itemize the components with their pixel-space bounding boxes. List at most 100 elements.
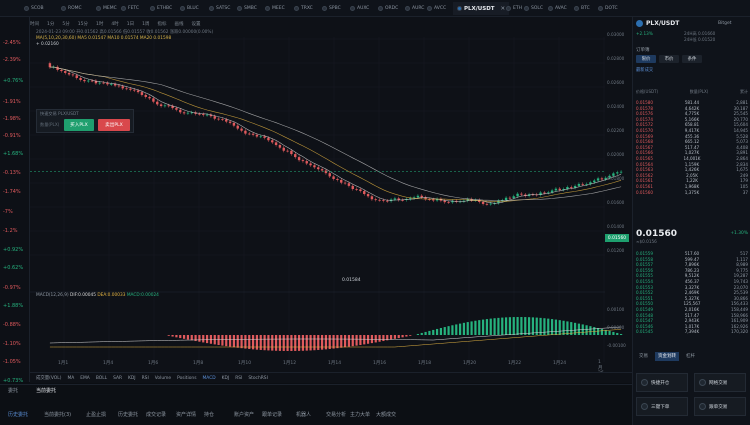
watchlist-change[interactable]: -1.98% (3, 116, 21, 122)
toolbar-item[interactable]: 5分 (62, 21, 69, 27)
market-tab[interactable]: SCOB (24, 3, 44, 14)
trade-mode-tab[interactable]: 交易 (636, 352, 651, 361)
indicator-toggle[interactable]: EMA (80, 376, 90, 381)
watchlist-change[interactable]: -1.91% (3, 99, 21, 105)
toolbar-item[interactable]: 画线 (174, 21, 183, 27)
market-tab[interactable]: MEEC (265, 3, 285, 14)
candle (386, 200, 389, 202)
market-tab[interactable]: MEMC (96, 3, 117, 14)
watchlist-change[interactable]: -1.05% (3, 359, 21, 365)
sell-button[interactable]: 卖出PLX (98, 119, 130, 131)
market-button[interactable]: 市价 (659, 55, 679, 63)
orders-subtab[interactable]: 历史委托 (8, 411, 28, 418)
market-tab[interactable]: FETC (121, 3, 139, 14)
watchlist-change[interactable]: -2.45% (3, 40, 21, 46)
indicator-toggle[interactable]: KDJ (128, 376, 136, 381)
toolbar-item[interactable]: 15分 (78, 21, 88, 27)
indicator-toggle[interactable]: KDJ (222, 376, 230, 381)
indicator-toggle[interactable]: BOLL (96, 376, 107, 381)
toolbar-item[interactable]: 1分 (47, 21, 54, 27)
market-tab[interactable]: DOTC (598, 3, 618, 14)
toolbar-item[interactable]: 1周 (142, 21, 149, 27)
watchlist-change[interactable]: -0.97% (3, 285, 21, 291)
limit-button[interactable]: 限价 (636, 55, 656, 63)
indicator-toggle[interactable]: RSI (235, 376, 242, 381)
orders-subtab[interactable]: 机器人 (296, 411, 311, 418)
candle (543, 192, 546, 194)
watchlist-change[interactable]: +0.62% (3, 265, 23, 271)
market-tab[interactable]: AUXC (350, 3, 369, 14)
watchlist-change[interactable]: -1.74% (3, 189, 21, 195)
watchlist-change[interactable]: +1.88% (3, 303, 23, 309)
orders-subtab[interactable]: 交易分析 (326, 411, 346, 418)
market-tab[interactable]: TRXC (294, 3, 313, 14)
recent-trades-link[interactable]: 最新成交 (636, 67, 653, 73)
watchlist-change[interactable]: -7% (3, 209, 13, 215)
market-tab[interactable]: SATSC (209, 3, 230, 14)
watchlist-change[interactable]: -1.10% (3, 341, 21, 347)
watchlist-change[interactable]: +0.76% (3, 78, 23, 84)
market-tab[interactable]: ORDC (378, 3, 398, 14)
quick-action-button[interactable]: 网格交易 (694, 373, 746, 392)
orders-subtab[interactable]: 当前委托(3) (44, 411, 71, 418)
orders-subtab[interactable]: 主力大单 (350, 411, 370, 418)
kline-chart-area[interactable]: 0.01584 (30, 17, 632, 382)
trade-mode-tab[interactable]: 杠杆 (683, 352, 698, 361)
orderbook-row[interactable]: 0.01560 1,375K 37 (636, 190, 748, 196)
market-tab[interactable]: ETHBC (150, 3, 172, 14)
tab-orders[interactable]: 委托 (8, 387, 18, 394)
watchlist-change[interactable]: -2.39% (3, 57, 21, 63)
market-tab[interactable]: BTC (574, 3, 590, 14)
trade-mode-tab[interactable]: 资金划转 (655, 352, 679, 361)
toolbar-item[interactable]: 设置 (191, 21, 200, 27)
toolbar-item[interactable]: 1日 (127, 21, 134, 27)
indicator-toggle[interactable]: RSI (142, 376, 149, 381)
market-tab[interactable]: AVCC (427, 3, 446, 14)
indicator-toggle[interactable]: MACD (202, 376, 215, 381)
indicator-toggle[interactable]: Positions (177, 376, 196, 381)
indicator-toggle[interactable]: Volume (155, 376, 171, 381)
market-tab[interactable]: AVAC (548, 3, 567, 14)
close-icon[interactable]: ✕ (501, 6, 506, 12)
indicator-toggle[interactable]: StochRSI (248, 376, 268, 381)
orderbook-row[interactable]: 0.01545 7,394K 170,320 (636, 329, 748, 335)
watchlist-change[interactable]: +1.68% (3, 151, 23, 157)
market-tab-label: ROMC (68, 6, 82, 11)
toolbar-item[interactable]: 时间 (30, 21, 39, 27)
market-tab[interactable]: BLUC (180, 3, 199, 14)
buy-button[interactable]: 买入PLX (64, 119, 94, 131)
quick-action-button[interactable]: 跟单交易 (694, 397, 746, 416)
watchlist-change[interactable]: -0.91% (3, 133, 21, 139)
market-tab[interactable]: AURC (405, 3, 424, 14)
tab-current-orders[interactable]: 当前委托 (36, 387, 56, 394)
watchlist-change[interactable]: -1.2% (3, 228, 18, 234)
macd-bar (297, 335, 301, 351)
orders-subtab[interactable]: 历史委托 (118, 411, 138, 418)
orders-subtab[interactable]: 持仓 (204, 411, 214, 418)
market-tab[interactable]: ETH (506, 3, 522, 14)
orders-subtab[interactable]: 账户资产 (234, 411, 254, 418)
orders-subtab[interactable]: 资产详情 (176, 411, 196, 418)
candlestick-chart[interactable]: 0.01584 (30, 17, 632, 382)
orders-subtab[interactable]: 跟单记录 (262, 411, 282, 418)
orders-subtab[interactable]: 止盈止损 (86, 411, 106, 418)
market-tab[interactable]: SOLC (524, 3, 543, 14)
watchlist-change[interactable]: +0.92% (3, 247, 23, 253)
orders-subtab[interactable]: 成交记录 (146, 411, 166, 418)
quick-action-button[interactable]: 快捷开仓 (636, 373, 688, 392)
indicator-toggle[interactable]: 成交量(VOL) (36, 375, 61, 381)
toolbar-item[interactable]: 4时 (111, 21, 118, 27)
market-tab[interactable]: SMBC (237, 3, 257, 14)
market-tab[interactable]: SPBC (322, 3, 341, 14)
watchlist-change[interactable]: -0.88% (3, 322, 21, 328)
market-tab-active[interactable]: PLX/USDT ✕ (453, 2, 510, 15)
toolbar-item[interactable]: 指标 (157, 21, 166, 27)
condition-button[interactable]: 条件 (682, 55, 702, 63)
watchlist-change[interactable]: -0.13% (3, 170, 21, 176)
toolbar-item[interactable]: 1时 (96, 21, 103, 27)
indicator-toggle[interactable]: MA (67, 376, 74, 381)
market-tab[interactable]: ROMC (61, 3, 82, 14)
quick-action-button[interactable]: 三键下单 (636, 397, 688, 416)
orders-subtab[interactable]: 大额成交 (376, 411, 396, 418)
indicator-toggle[interactable]: SAR (113, 376, 122, 381)
